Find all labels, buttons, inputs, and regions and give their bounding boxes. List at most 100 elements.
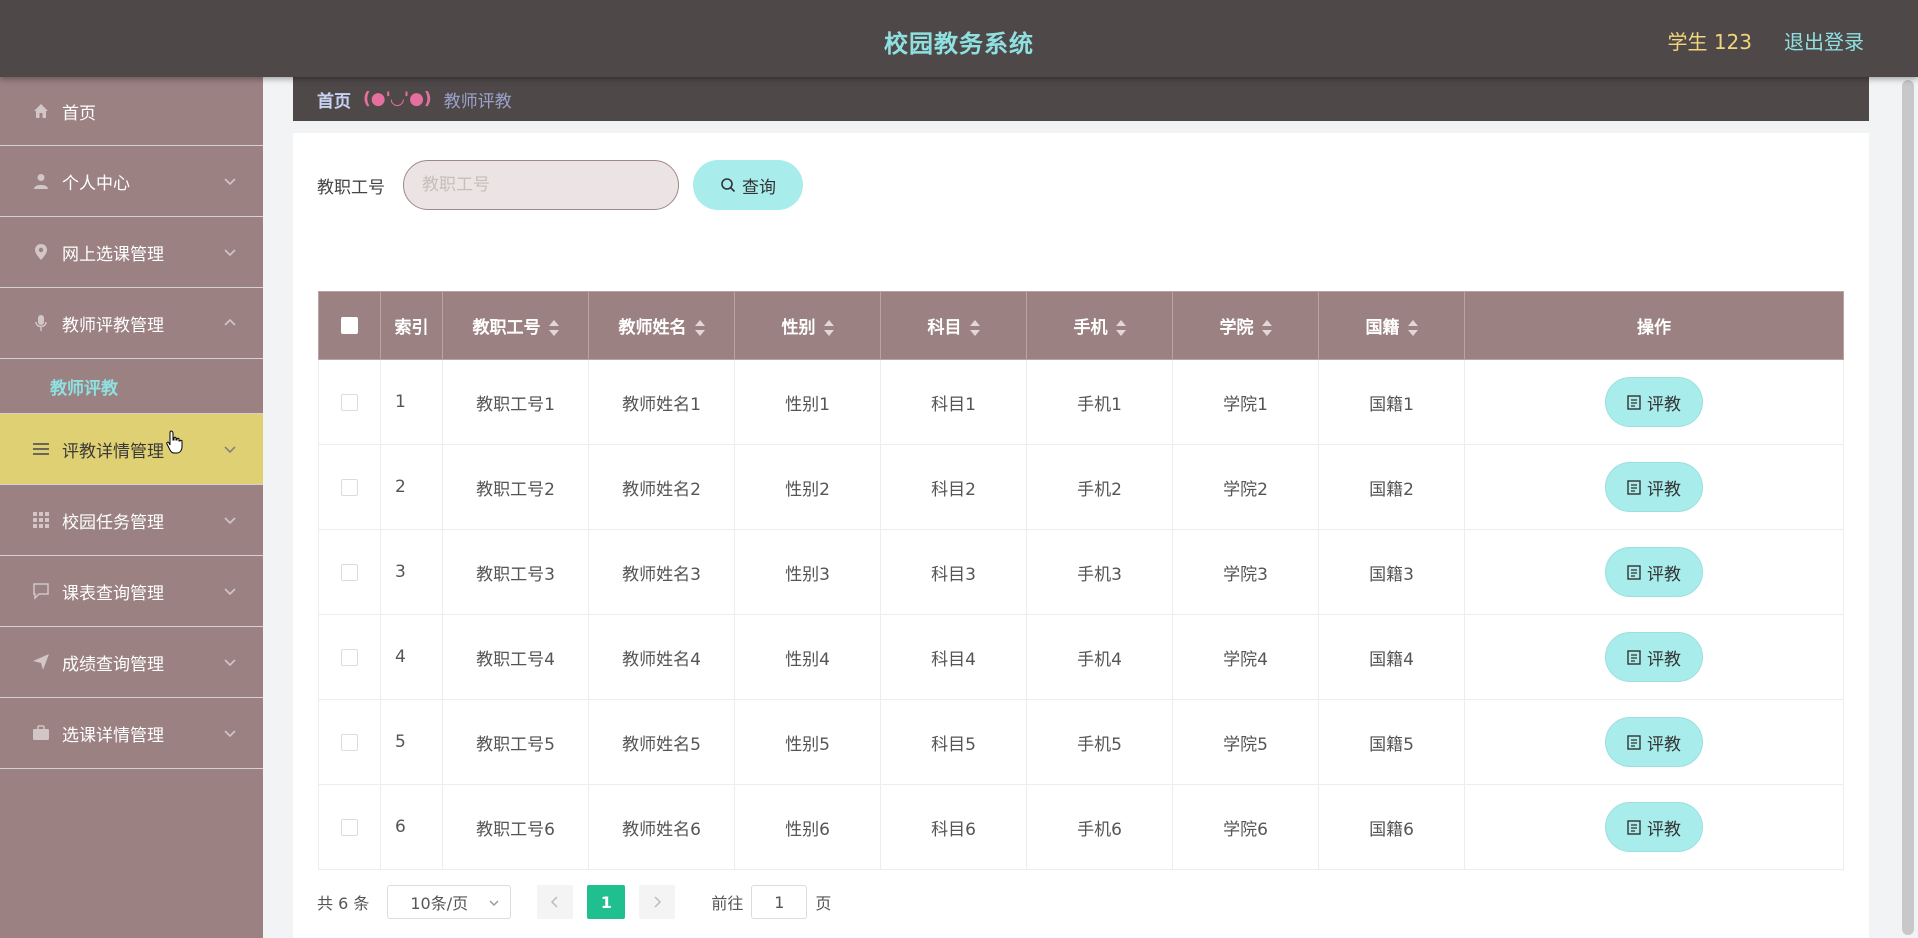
cell-actions: 评教 xyxy=(1464,359,1844,445)
row-checkbox[interactable] xyxy=(341,563,358,581)
next-page-button[interactable] xyxy=(639,885,676,919)
row-checkbox[interactable] xyxy=(341,393,358,411)
sort-icon[interactable] xyxy=(1115,320,1126,336)
column-header-phone[interactable]: 手机 xyxy=(1026,291,1173,360)
document-icon xyxy=(1627,819,1641,835)
table-row: 5 教职工号5 教师姓名5 性别5 科目5 手机5 学院5 国籍5 评教 xyxy=(318,699,1844,785)
column-header-label: 手机 xyxy=(1073,318,1108,338)
sidebar-item-selection-details[interactable]: 选课详情管理 xyxy=(0,698,263,769)
evaluate-button-label: 评教 xyxy=(1647,394,1681,415)
cell-index: 4 xyxy=(380,614,443,700)
evaluate-button[interactable]: 评教 xyxy=(1605,547,1703,597)
search-button[interactable]: 查询 xyxy=(693,160,803,210)
evaluate-button[interactable]: 评教 xyxy=(1605,377,1703,427)
column-header-label: 性别 xyxy=(781,318,816,338)
goto-page-input[interactable] xyxy=(751,885,808,919)
top-header: 校园教务系统 学生 123 退出登录 xyxy=(0,0,1918,77)
chevron-down-icon xyxy=(489,900,499,906)
cell-name: 教师姓名2 xyxy=(588,444,735,530)
column-header-gender[interactable]: 性别 xyxy=(734,291,881,360)
cell-gender: 性别6 xyxy=(734,784,881,870)
scrollbar-thumb[interactable] xyxy=(1902,80,1914,935)
cell-index: 3 xyxy=(380,529,443,615)
chevron-down-icon xyxy=(224,659,236,667)
column-header-index: 索引 xyxy=(380,291,443,360)
column-header-nationality[interactable]: 国籍 xyxy=(1318,291,1465,360)
logout-link[interactable]: 退出登录 xyxy=(1784,26,1864,55)
cell-gender: 性别4 xyxy=(734,614,881,700)
sort-icon[interactable] xyxy=(823,320,834,336)
page-size-select[interactable]: 10条/页 xyxy=(387,885,512,919)
cell-phone: 手机6 xyxy=(1026,784,1173,870)
sidebar-subitem-teacher-evaluation[interactable]: 教师评教 xyxy=(0,359,263,414)
breadcrumb: 首页 (●'◡'●) 教师评教 xyxy=(293,77,1869,121)
table-row: 1 教职工号1 教师姓名1 性别1 科目1 手机1 学院1 国籍1 评教 xyxy=(318,359,1844,445)
sort-icon[interactable] xyxy=(969,320,980,336)
page-number-current[interactable]: 1 xyxy=(587,885,626,919)
cell-gender: 性别3 xyxy=(734,529,881,615)
table-row: 6 教职工号6 教师姓名6 性别6 科目6 手机6 学院6 国籍6 评教 xyxy=(318,784,1844,870)
cell-job-no: 教职工号2 xyxy=(442,444,589,530)
row-checkbox[interactable] xyxy=(341,818,358,836)
sidebar-item-label: 首页 xyxy=(62,103,96,124)
sidebar-item-evaluation-details[interactable]: 评教详情管理 xyxy=(0,414,263,485)
cell-subject: 科目4 xyxy=(880,614,1027,700)
cell-job-no: 教职工号3 xyxy=(442,529,589,615)
sidebar-item-campus-tasks[interactable]: 校园任务管理 xyxy=(0,485,263,556)
cell-name: 教师姓名1 xyxy=(588,359,735,445)
document-icon xyxy=(1627,649,1641,665)
sort-icon[interactable] xyxy=(548,320,559,336)
cell-actions: 评教 xyxy=(1464,444,1844,530)
breadcrumb-home-link[interactable]: 首页 xyxy=(317,87,351,112)
teacher-table: 索引 教职工号 教师姓名 性别 科目 手机 学院 国籍 操作 1 教职工号1 教… xyxy=(318,291,1844,870)
sidebar-item-teacher-evaluation[interactable]: 教师评教管理 xyxy=(0,288,263,359)
sidebar-item-course-selection[interactable]: 网上选课管理 xyxy=(0,217,263,288)
prev-page-button[interactable] xyxy=(537,885,574,919)
row-checkbox-cell xyxy=(318,784,381,870)
row-checkbox[interactable] xyxy=(341,733,358,751)
cell-name: 教师姓名3 xyxy=(588,529,735,615)
goto-suffix: 页 xyxy=(815,894,832,913)
sort-icon[interactable] xyxy=(694,320,705,336)
search-input[interactable] xyxy=(403,160,679,210)
column-header-subject[interactable]: 科目 xyxy=(880,291,1027,360)
cell-index: 1 xyxy=(380,359,443,445)
sidebar-item-personal-center[interactable]: 个人中心 xyxy=(0,146,263,217)
row-checkbox[interactable] xyxy=(341,478,358,496)
row-checkbox-cell xyxy=(318,699,381,785)
cell-subject: 科目3 xyxy=(880,529,1027,615)
goto-prefix: 前往 xyxy=(711,894,744,913)
column-header-college[interactable]: 学院 xyxy=(1172,291,1319,360)
current-user-label: 学生 123 xyxy=(1667,30,1752,54)
table-header-row: 索引 教职工号 教师姓名 性别 科目 手机 学院 国籍 操作 xyxy=(318,291,1844,360)
cell-phone: 手机4 xyxy=(1026,614,1173,700)
evaluate-button[interactable]: 评教 xyxy=(1605,802,1703,852)
sidebar-item-label: 网上选课管理 xyxy=(62,244,164,265)
sidebar-item-home[interactable]: 首页 xyxy=(0,77,263,146)
row-checkbox-cell xyxy=(318,614,381,700)
evaluate-button[interactable]: 评教 xyxy=(1605,632,1703,682)
chevron-down-icon xyxy=(224,249,236,257)
cell-job-no: 教职工号5 xyxy=(442,699,589,785)
column-header-name[interactable]: 教师姓名 xyxy=(588,291,735,360)
column-header-job-no[interactable]: 教职工号 xyxy=(442,291,589,360)
select-all-checkbox[interactable] xyxy=(341,317,358,334)
cell-actions: 评教 xyxy=(1464,529,1844,615)
sidebar-item-timetable-query[interactable]: 课表查询管理 xyxy=(0,556,263,627)
sort-icon[interactable] xyxy=(1407,320,1418,336)
cell-nationality: 国籍4 xyxy=(1318,614,1465,700)
document-icon xyxy=(1627,564,1641,580)
sidebar-item-grade-query[interactable]: 成绩查询管理 xyxy=(0,627,263,698)
evaluate-button[interactable]: 评教 xyxy=(1605,462,1703,512)
evaluate-button-label: 评教 xyxy=(1647,479,1681,500)
sort-icon[interactable] xyxy=(1261,320,1272,336)
cell-gender: 性别5 xyxy=(734,699,881,785)
evaluate-button[interactable]: 评教 xyxy=(1605,717,1703,767)
cell-gender: 性别2 xyxy=(734,444,881,530)
menu-icon xyxy=(30,438,52,460)
user-icon xyxy=(30,170,52,192)
chevron-right-icon xyxy=(654,896,662,908)
row-checkbox[interactable] xyxy=(341,648,358,666)
hand-cursor-icon xyxy=(166,430,183,454)
chevron-down-icon xyxy=(224,517,236,525)
